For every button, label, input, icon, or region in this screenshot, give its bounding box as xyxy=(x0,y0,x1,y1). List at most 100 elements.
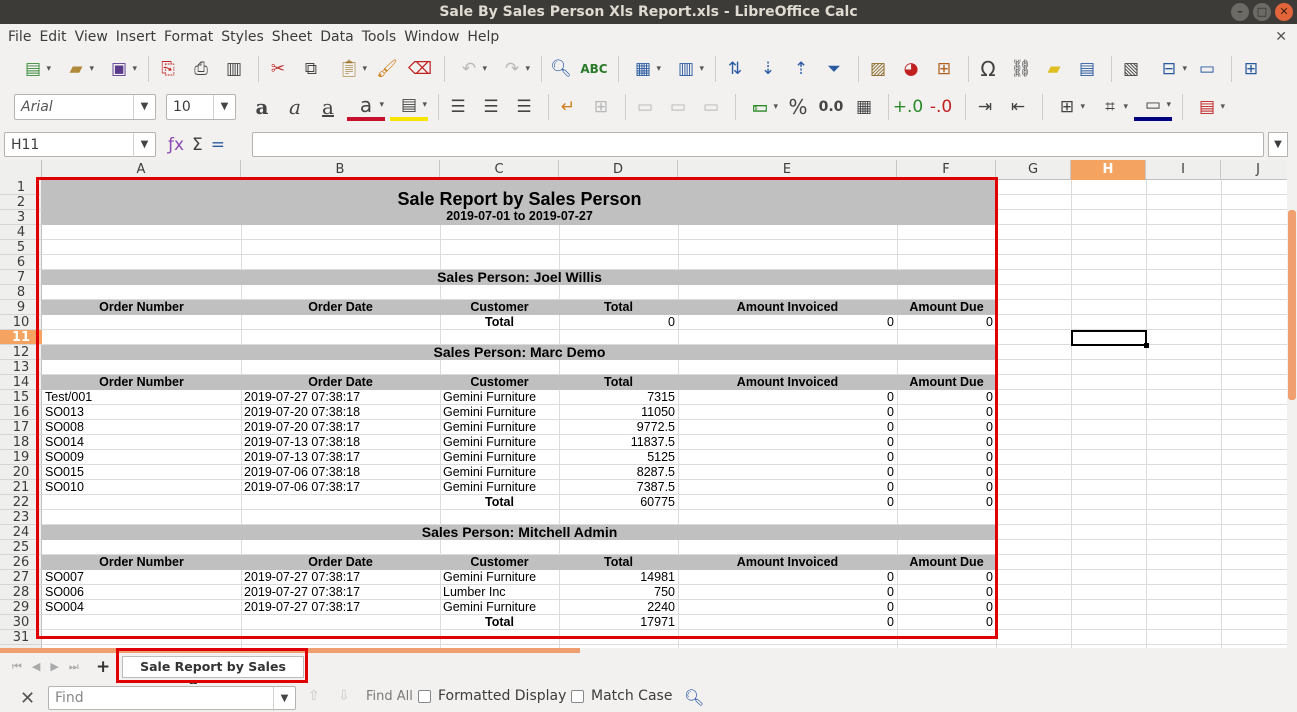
align-right-icon[interactable]: ☰ xyxy=(510,93,538,121)
menu-edit[interactable]: Edit xyxy=(35,24,70,50)
bold-icon[interactable]: a xyxy=(248,93,276,121)
menu-window[interactable]: Window xyxy=(400,24,463,50)
font-name-box[interactable]: Arial ▼ xyxy=(14,94,156,120)
borders-icon[interactable]: ⊞ xyxy=(1048,93,1086,121)
align-top-icon[interactable]: ▭ xyxy=(631,93,659,121)
autofilter-icon[interactable]: ⏷ xyxy=(820,55,848,83)
find-input[interactable]: Find ▼ xyxy=(48,686,296,711)
chevron-down-icon[interactable]: ▼ xyxy=(213,95,235,119)
decrease-indent-icon[interactable]: ⇤ xyxy=(1004,93,1032,121)
redo-icon[interactable]: ↷ xyxy=(493,55,531,83)
sort-descending-icon[interactable]: ⇡ xyxy=(787,55,815,83)
insert-chart-icon[interactable]: ◕ xyxy=(897,55,925,83)
undo-icon[interactable]: ↶ xyxy=(450,55,488,83)
header-footer-icon[interactable]: ▤ xyxy=(1073,55,1101,83)
menu-insert[interactable]: Insert xyxy=(112,24,160,50)
menu-help[interactable]: Help xyxy=(463,24,503,50)
date-format-icon[interactable]: ▦ xyxy=(850,93,878,121)
find-replace-icon[interactable]: 🔍︎ xyxy=(547,55,575,83)
last-sheet-icon[interactable]: ⏭ xyxy=(69,660,79,674)
align-bottom-icon[interactable]: ▭ xyxy=(697,93,725,121)
close-find-bar-icon[interactable]: ✕ xyxy=(20,688,35,709)
vertical-scrollbar-thumb[interactable] xyxy=(1288,210,1296,400)
add-decimal-place-icon[interactable]: +.0 xyxy=(893,93,923,121)
define-print-area-icon[interactable]: ▧ xyxy=(1117,55,1145,83)
sort-ascending-icon[interactable]: ⇣ xyxy=(754,55,782,83)
print-icon[interactable]: ⎙ xyxy=(187,55,215,83)
find-replace-icon[interactable]: 🔍︎ xyxy=(684,688,704,707)
name-box[interactable]: H11 ▼ xyxy=(4,132,156,157)
border-style-icon[interactable]: ⌗ xyxy=(1091,93,1129,121)
formula-icon[interactable]: = xyxy=(211,135,225,155)
merge-cells-icon[interactable]: ⊞ xyxy=(587,93,615,121)
autofill-handle[interactable] xyxy=(1144,343,1149,348)
first-sheet-icon[interactable]: ⏮ xyxy=(12,660,22,674)
paste-icon[interactable]: 📋︎ xyxy=(330,55,368,83)
column-header-h[interactable]: H xyxy=(1071,160,1146,180)
expand-formula-bar-icon[interactable]: ▼ xyxy=(1268,132,1288,157)
menu-tools[interactable]: Tools xyxy=(358,24,401,50)
menu-sheet[interactable]: Sheet xyxy=(268,24,316,50)
split-window-icon[interactable]: ▭ xyxy=(1193,55,1221,83)
new-document-icon[interactable]: ▤ xyxy=(14,55,52,83)
italic-icon[interactable]: a xyxy=(281,93,309,121)
chevron-down-icon[interactable]: ▼ xyxy=(273,687,295,711)
insert-image-icon[interactable]: ▨ xyxy=(864,55,892,83)
chevron-down-icon[interactable]: ▼ xyxy=(133,95,155,119)
match-case-checkbox[interactable] xyxy=(571,690,584,703)
print-preview-icon[interactable]: ▥ xyxy=(220,55,248,83)
find-next-icon[interactable]: ⇩ xyxy=(338,688,350,704)
menu-view[interactable]: View xyxy=(71,24,112,50)
column-icon[interactable]: ▥ xyxy=(667,55,705,83)
formatted-display-checkbox[interactable] xyxy=(418,690,431,703)
previous-sheet-icon[interactable]: ◀ xyxy=(32,660,40,674)
align-center-icon[interactable]: ☰ xyxy=(477,93,505,121)
menu-data[interactable]: Data xyxy=(316,24,357,50)
close-document-icon[interactable]: ✕ xyxy=(1275,29,1287,45)
sum-icon[interactable]: Σ xyxy=(192,135,203,155)
save-icon[interactable]: ▣ xyxy=(100,55,138,83)
freeze-rows-columns-icon[interactable]: ⊟ xyxy=(1150,55,1188,83)
active-cell-cursor[interactable] xyxy=(1071,330,1147,346)
sort-icon[interactable]: ⇅ xyxy=(721,55,749,83)
minimize-button[interactable]: – xyxy=(1231,3,1249,21)
spelling-icon[interactable]: ABC xyxy=(580,55,608,83)
align-middle-icon[interactable]: ▭ xyxy=(664,93,692,121)
find-previous-icon[interactable]: ⇧ xyxy=(308,688,320,704)
copy-icon[interactable]: ⧉ xyxy=(297,55,325,83)
close-window-button[interactable]: ✕ xyxy=(1275,3,1293,21)
increase-indent-icon[interactable]: ⇥ xyxy=(971,93,999,121)
percent-format-icon[interactable]: % xyxy=(784,93,812,121)
next-sheet-icon[interactable]: ▶ xyxy=(50,660,58,674)
currency-format-icon[interactable]: 💵︎ xyxy=(741,93,779,121)
align-left-icon[interactable]: ☰ xyxy=(444,93,472,121)
menu-styles[interactable]: Styles xyxy=(217,24,267,50)
column-header-g[interactable]: G xyxy=(996,160,1071,180)
clear-formatting-icon[interactable]: ⌫ xyxy=(406,55,434,83)
add-sheet-icon[interactable]: + xyxy=(96,657,110,677)
chevron-down-icon[interactable]: ▼ xyxy=(133,133,155,157)
column-header-i[interactable]: I xyxy=(1146,160,1221,180)
cut-icon[interactable]: ✂ xyxy=(264,55,292,83)
formula-input[interactable] xyxy=(252,132,1264,157)
menu-format[interactable]: Format xyxy=(160,24,217,50)
border-color-icon[interactable]: ▭ xyxy=(1134,93,1172,121)
function-wizard-icon[interactable]: ƒx xyxy=(168,135,184,155)
hyperlink-icon[interactable]: ⛓ xyxy=(1007,55,1035,83)
comment-icon[interactable]: ▰ xyxy=(1040,55,1068,83)
special-character-icon[interactable]: Ω xyxy=(974,55,1002,83)
underline-icon[interactable]: a xyxy=(314,93,342,121)
highlight-color-icon[interactable]: ▤ xyxy=(390,93,428,121)
font-size-box[interactable]: 10 ▼ xyxy=(166,94,236,120)
find-all-button[interactable]: Find All xyxy=(366,689,413,704)
delete-decimal-place-icon[interactable]: -.0 xyxy=(927,93,955,121)
row-icon[interactable]: ▦ xyxy=(624,55,662,83)
font-color-icon[interactable]: a xyxy=(347,93,385,121)
show-draw-functions-icon[interactable]: ⊞ xyxy=(1237,55,1265,83)
number-format-icon[interactable]: 0.0 xyxy=(817,93,845,121)
wrap-text-icon[interactable]: ↵ xyxy=(554,93,582,121)
column-header-j[interactable]: J xyxy=(1221,160,1287,180)
maximize-button[interactable]: □ xyxy=(1253,3,1271,21)
menu-file[interactable]: File xyxy=(4,24,35,50)
pivot-table-icon[interactable]: ⊞ xyxy=(930,55,958,83)
